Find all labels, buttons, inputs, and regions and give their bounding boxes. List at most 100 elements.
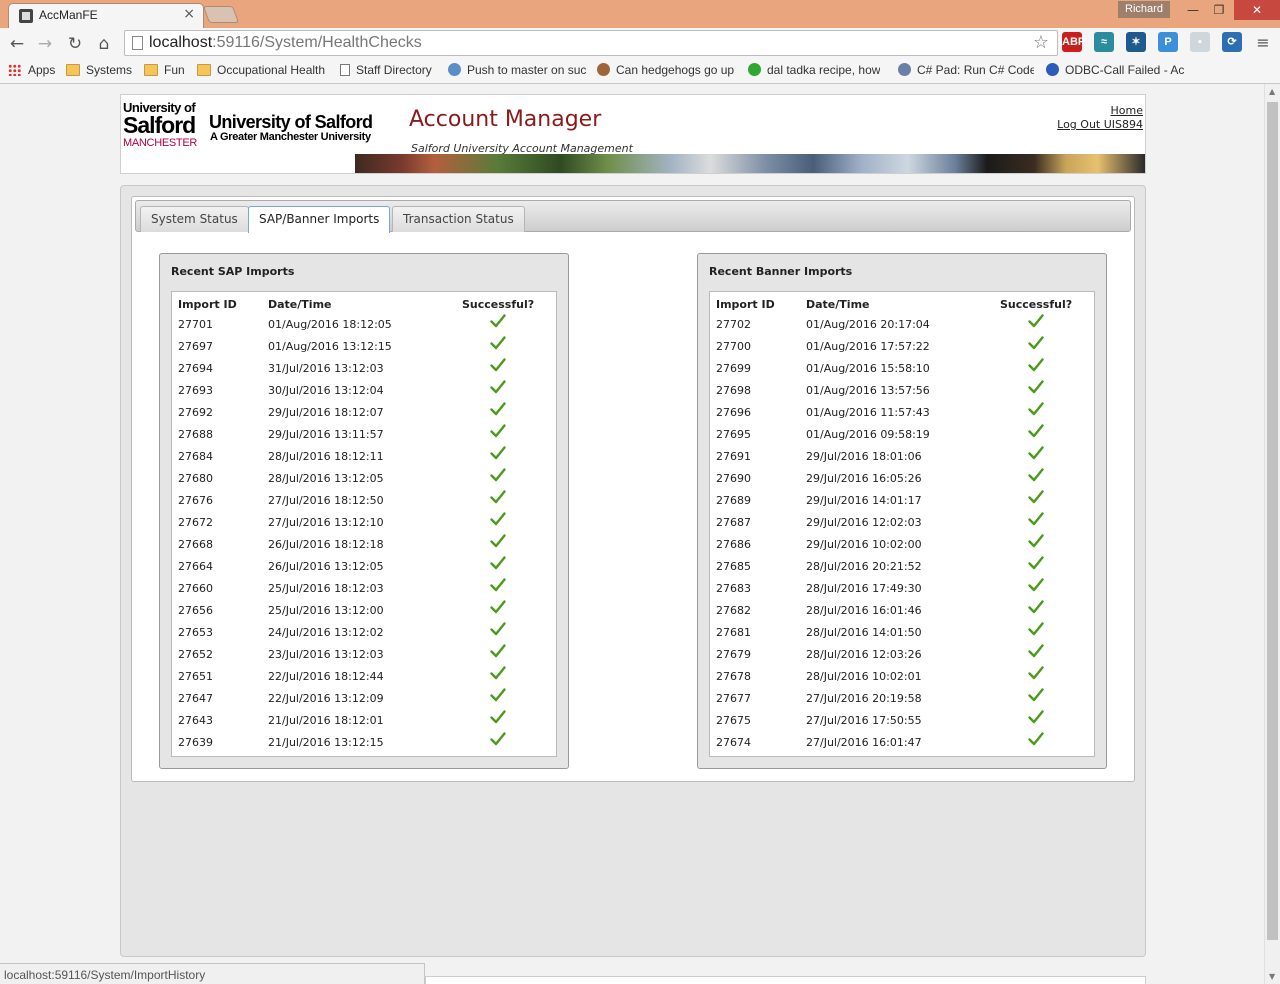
import-date: 01/Aug/2016 17:57:22: [806, 340, 930, 353]
tab-sap-banner-imports[interactable]: SAP/Banner Imports: [248, 206, 391, 233]
vertical-scrollbar[interactable]: ▲ ▼: [1264, 84, 1280, 984]
close-window-button[interactable]: ✕: [1234, 0, 1280, 20]
success-check-icon: [490, 358, 506, 372]
scroll-thumb[interactable]: [1267, 102, 1278, 940]
import-id: 27696: [716, 406, 751, 419]
table-row: 27701 01/Aug/2016 18:12:05: [172, 314, 556, 336]
hedgehog-icon: [597, 63, 610, 76]
apps-grid-icon: [8, 64, 22, 76]
home-link[interactable]: Home: [1057, 104, 1143, 118]
back-arrow-icon[interactable]: ←: [6, 33, 28, 55]
import-id: 27695: [716, 428, 751, 441]
main-card: System Status SAP/Banner Imports Transac…: [120, 185, 1146, 957]
import-id: 27697: [178, 340, 213, 353]
bookmark-6[interactable]: Can hedgehogs go up: [597, 63, 734, 77]
restore-button[interactable]: ❐: [1206, 0, 1232, 20]
table-row: 27676 27/Jul/2016 18:12:50: [172, 490, 556, 512]
bookmark-9[interactable]: ODBC-Call Failed - Ac: [1046, 63, 1184, 77]
new-tab-button[interactable]: [202, 6, 240, 23]
tab-favicon-icon: [19, 9, 33, 23]
table-row: 27680 28/Jul/2016 13:12:05: [172, 468, 556, 490]
import-date: 01/Aug/2016 15:58:10: [806, 362, 930, 375]
url-text: localhost:59116/System/HealthChecks: [149, 34, 422, 51]
import-id: 27651: [178, 670, 213, 683]
bookmark-label: Apps: [28, 63, 56, 77]
import-id: 27677: [716, 692, 751, 705]
banner-imports-title: Recent Banner Imports: [709, 265, 853, 278]
import-date: 29/Jul/2016 10:02:00: [806, 538, 922, 551]
bookmark-4[interactable]: Staff Directory: [340, 63, 432, 77]
table-row: 27696 01/Aug/2016 11:57:43: [710, 402, 1094, 424]
bookmark-star-icon[interactable]: ☆: [1033, 32, 1049, 53]
table-row: 27678 28/Jul/2016 10:02:01: [710, 666, 1094, 688]
table-row: 27672 27/Jul/2016 13:12:10: [172, 512, 556, 534]
success-check-icon: [490, 314, 506, 328]
import-id: 27653: [178, 626, 213, 639]
table-row: 27697 01/Aug/2016 13:12:15: [172, 336, 556, 358]
table-row: 27693 30/Jul/2016 13:12:04: [172, 380, 556, 402]
import-date: 01/Aug/2016 13:57:56: [806, 384, 930, 397]
chart-ext-icon[interactable]: ▪: [1190, 32, 1210, 52]
success-check-icon: [490, 710, 506, 724]
chrome-menu-icon[interactable]: ≡: [1254, 33, 1272, 52]
page-icon: [132, 36, 143, 50]
footer-edge: [425, 976, 1146, 984]
logout-link[interactable]: Log Out UIS894: [1057, 118, 1143, 132]
bookmark-label: ODBC-Call Failed - Ac: [1065, 63, 1185, 77]
tab-system-status[interactable]: System Status: [140, 206, 249, 232]
sync-icon[interactable]: ⟳: [1222, 32, 1242, 52]
bookmark-0[interactable]: Apps: [8, 63, 55, 77]
success-check-icon: [1028, 468, 1044, 482]
success-check-icon: [490, 424, 506, 438]
tab-close-icon[interactable]: ×: [183, 6, 195, 22]
bookmark-7[interactable]: dal tadka recipe, how: [748, 63, 880, 77]
import-id: 27691: [716, 450, 751, 463]
veg-icon: [748, 63, 761, 76]
import-id: 27643: [178, 714, 213, 727]
bookmark-8[interactable]: C# Pad: Run C# Code: [898, 63, 1034, 77]
table-row: 27674 27/Jul/2016 16:01:47: [710, 732, 1094, 754]
table-row: 27647 22/Jul/2016 13:12:09: [172, 688, 556, 710]
address-bar[interactable]: localhost:59116/System/HealthChecks ☆: [124, 30, 1058, 56]
table-row: 27656 25/Jul/2016 13:12:00: [172, 600, 556, 622]
col-import-id: Import ID: [178, 298, 237, 311]
import-id: 27700: [716, 340, 751, 353]
profile-badge[interactable]: Richard: [1118, 1, 1170, 18]
import-id: 27675: [716, 714, 751, 727]
bookmarks-bar: Apps Systems Fun Occupational Health Staff D…: [0, 58, 1280, 84]
import-id: 27639: [178, 736, 213, 749]
success-check-icon: [1028, 666, 1044, 680]
csharp-icon: [898, 63, 911, 76]
bookmark-2[interactable]: Fun: [144, 63, 185, 77]
success-check-icon: [1028, 314, 1044, 328]
abp-icon[interactable]: ABP: [1062, 32, 1085, 52]
col-successful: Successful?: [1000, 298, 1073, 311]
minimize-button[interactable]: —: [1180, 0, 1206, 20]
import-date: 22/Jul/2016 13:12:09: [268, 692, 384, 705]
bookmark-1[interactable]: Systems: [66, 63, 132, 77]
table-row: 27682 28/Jul/2016 16:01:46: [710, 600, 1094, 622]
forward-arrow-icon[interactable]: →: [34, 33, 56, 55]
tab-title: AccManFE: [39, 8, 98, 22]
runner-icon[interactable]: ✶: [1126, 32, 1146, 52]
import-date: 01/Aug/2016 20:17:04: [806, 318, 930, 331]
wave-icon[interactable]: ≈: [1094, 32, 1114, 52]
import-id: 27689: [716, 494, 751, 507]
bookmark-3[interactable]: Occupational Health: [197, 63, 325, 77]
scroll-down-icon[interactable]: ▼: [1269, 972, 1275, 981]
success-check-icon: [490, 446, 506, 460]
success-check-icon: [1028, 446, 1044, 460]
p-icon[interactable]: P: [1158, 32, 1178, 52]
table-row: 27700 01/Aug/2016 17:57:22: [710, 336, 1094, 358]
import-id: 27684: [178, 450, 213, 463]
bookmark-5[interactable]: Push to master on suc: [448, 63, 586, 77]
reload-icon[interactable]: ↻: [64, 33, 86, 55]
table-row: 27698 01/Aug/2016 13:57:56: [710, 380, 1094, 402]
success-check-icon: [490, 688, 506, 702]
import-id: 27699: [716, 362, 751, 375]
browser-tab[interactable]: AccManFE ×: [8, 3, 204, 28]
scroll-up-icon[interactable]: ▲: [1269, 87, 1275, 96]
table-row: 27652 23/Jul/2016 13:12:03: [172, 644, 556, 666]
tab-transaction-status[interactable]: Transaction Status: [392, 206, 525, 232]
home-icon[interactable]: ⌂: [93, 33, 115, 55]
